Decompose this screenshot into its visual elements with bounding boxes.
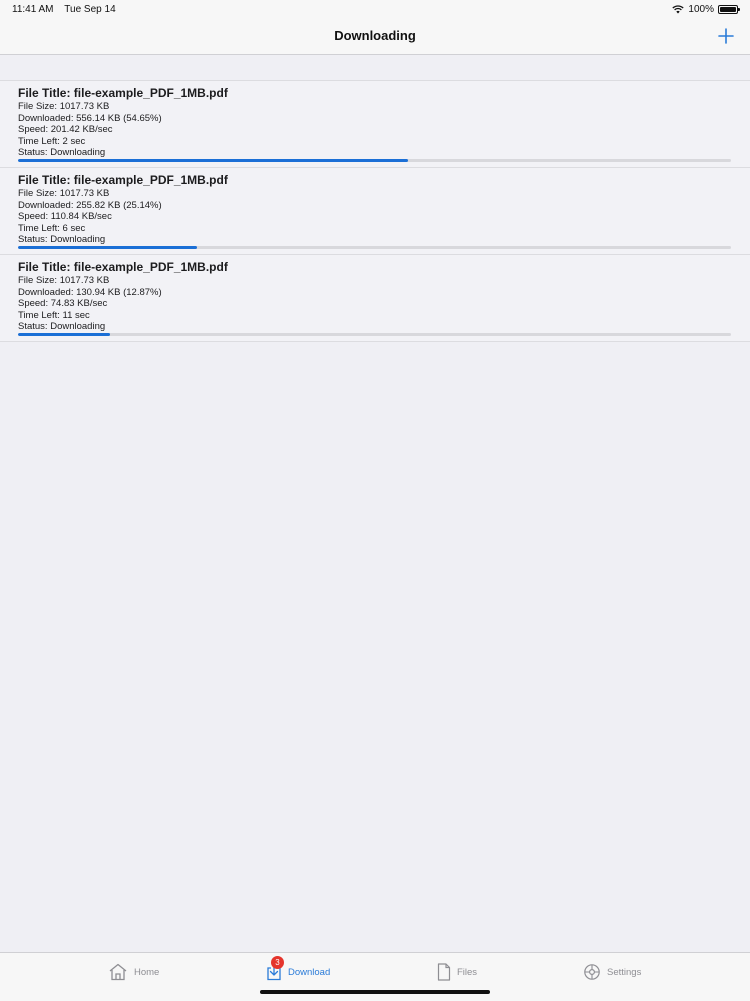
- file-title: File Title: file-example_PDF_1MB.pdf: [18, 173, 228, 187]
- download-icon-wrap: 3: [266, 956, 284, 981]
- download-speed: Speed: 201.42 KB/sec: [18, 124, 113, 135]
- download-item[interactable]: File Title: file-example_PDF_1MB.pdf Fil…: [0, 168, 750, 255]
- progress-bar: [18, 159, 731, 162]
- battery-icon: [718, 5, 740, 14]
- download-status: Status: Downloading: [18, 147, 106, 158]
- download-speed: Speed: 110.84 KB/sec: [18, 211, 112, 222]
- status-bar: 11:41 AM Tue Sep 14 100%: [0, 0, 750, 20]
- download-badge: 3: [271, 956, 284, 969]
- progress-bar: [18, 333, 731, 336]
- gear-icon: [584, 964, 600, 980]
- plus-icon: [718, 28, 734, 44]
- progress-fill: [18, 159, 408, 162]
- download-item[interactable]: File Title: file-example_PDF_1MB.pdf Fil…: [0, 255, 750, 342]
- status-date: Tue Sep 14: [64, 4, 116, 15]
- wifi-icon: [672, 5, 685, 14]
- tab-home[interactable]: Home: [108, 963, 159, 981]
- navigation-bar: Downloading: [0, 20, 750, 55]
- tab-settings[interactable]: Settings: [583, 963, 641, 981]
- tab-label: Files: [457, 966, 478, 978]
- tab-label: Settings: [607, 966, 642, 978]
- downloaded-amount: Downloaded: 130.94 KB (12.87%): [18, 286, 162, 298]
- time-left: Time Left: 6 sec: [18, 222, 86, 234]
- status-left: 11:41 AM Tue Sep 14: [12, 4, 116, 15]
- progress-fill: [18, 333, 110, 336]
- file-title: File Title: file-example_PDF_1MB.pdf: [18, 260, 228, 274]
- file-size: File Size: 1017.73 KB: [18, 275, 110, 286]
- download-list: File Title: file-example_PDF_1MB.pdf Fil…: [0, 80, 750, 342]
- download-status: Status: Downloading: [18, 321, 106, 332]
- progress-bar: [18, 246, 731, 249]
- download-speed: Speed: 74.83 KB/sec: [18, 298, 108, 309]
- download-status: Status: Downloading: [18, 234, 106, 245]
- downloaded-amount: Downloaded: 255.82 KB (25.14%): [18, 199, 162, 211]
- home-indicator: [260, 990, 490, 994]
- time-left: Time Left: 2 sec: [18, 135, 86, 147]
- battery-percent: 100%: [688, 4, 714, 15]
- status-time: 11:41 AM: [12, 4, 54, 15]
- progress-fill: [18, 246, 198, 249]
- file-size: File Size: 1017.73 KB: [18, 188, 110, 199]
- tab-files[interactable]: Files: [437, 963, 477, 981]
- status-right: 100%: [672, 4, 740, 15]
- file-icon: [437, 963, 451, 981]
- time-left: Time Left: 11 sec: [18, 309, 90, 321]
- page-title: Downloading: [334, 28, 416, 43]
- tab-label: Download: [288, 966, 331, 978]
- download-item[interactable]: File Title: file-example_PDF_1MB.pdf Fil…: [0, 81, 750, 168]
- add-download-button[interactable]: [716, 26, 736, 46]
- tab-label: Home: [134, 966, 160, 978]
- battery-fill: [720, 7, 736, 12]
- tab-download[interactable]: 3 Download: [266, 956, 331, 981]
- downloaded-amount: Downloaded: 556.14 KB (54.65%): [18, 112, 162, 124]
- file-size: File Size: 1017.73 KB: [18, 101, 110, 112]
- file-title: File Title: file-example_PDF_1MB.pdf: [18, 86, 228, 100]
- home-icon: [109, 963, 127, 981]
